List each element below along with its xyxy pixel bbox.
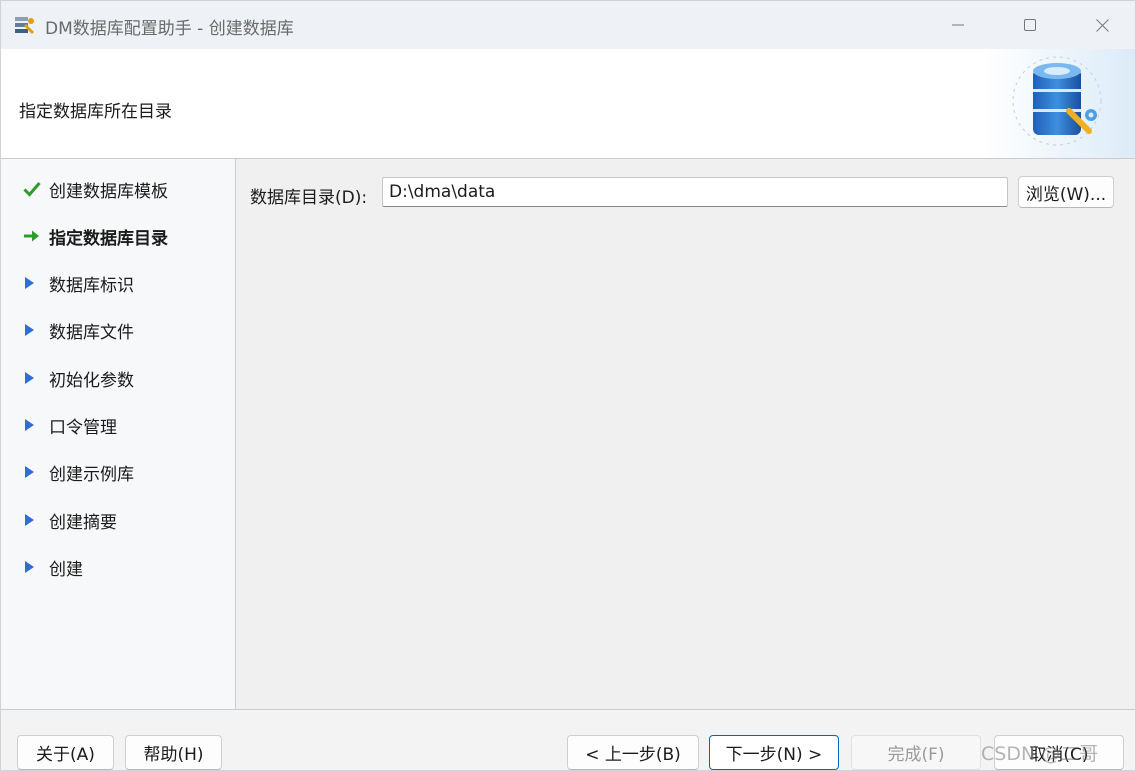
triangle-right-icon	[23, 276, 43, 290]
triangle-right-icon	[23, 323, 43, 337]
wizard-footer: 关于(A) 帮助(H) < 上一步(B) 下一步(N) > 完成(F) 取消(C…	[1, 709, 1135, 770]
minimize-icon	[952, 24, 964, 26]
arrow-right-icon	[23, 229, 43, 243]
step-create: 创建	[23, 552, 83, 582]
step-database-identity: 数据库标识	[23, 268, 134, 298]
about-button[interactable]: 关于(A)	[17, 735, 114, 770]
step-label: 创建数据库模板	[49, 181, 168, 202]
step-create-database-template: 创建数据库模板	[23, 174, 168, 204]
step-specify-database-directory: 指定数据库目录	[23, 221, 168, 251]
step-label: 口令管理	[49, 417, 117, 438]
database-banner-icon	[985, 49, 1135, 158]
window-title: DM数据库配置助手 - 创建数据库	[45, 19, 294, 39]
finish-button: 完成(F)	[851, 735, 981, 770]
step-create-summary: 创建摘要	[23, 505, 117, 535]
page-title: 指定数据库所在目录	[19, 102, 172, 122]
wizard-header: 指定数据库所在目录	[1, 49, 1135, 159]
step-label: 数据库标识	[49, 275, 134, 296]
previous-button[interactable]: < 上一步(B)	[567, 735, 699, 770]
step-database-files: 数据库文件	[23, 315, 134, 345]
close-button[interactable]	[1079, 1, 1125, 49]
step-label: 初始化参数	[49, 370, 134, 391]
dm-config-wizard-window: DM数据库配置助手 - 创建数据库 指定数据库所在目录 创建数据库模板 指定数据…	[0, 0, 1136, 771]
step-label: 创建	[49, 559, 83, 580]
triangle-right-icon	[23, 560, 43, 574]
step-label: 创建摘要	[49, 512, 117, 533]
maximize-button[interactable]	[1007, 1, 1053, 49]
database-directory-label: 数据库目录(D):	[250, 188, 368, 208]
browse-button[interactable]: 浏览(W)...	[1018, 176, 1114, 208]
help-button[interactable]: 帮助(H)	[125, 735, 222, 770]
main-panel: 数据库目录(D): 浏览(W)...	[236, 159, 1135, 709]
database-directory-input[interactable]	[382, 177, 1008, 207]
minimize-button[interactable]	[935, 1, 981, 49]
step-password-management: 口令管理	[23, 410, 117, 440]
close-icon	[1095, 18, 1109, 32]
step-initialization-parameters: 初始化参数	[23, 363, 134, 393]
triangle-right-icon	[23, 418, 43, 432]
step-create-sample-database: 创建示例库	[23, 457, 134, 487]
wizard-steps-nav: 创建数据库模板 指定数据库目录 数据库标识 数据库文件 初始化参数 口令管理 创…	[1, 159, 236, 709]
step-label: 数据库文件	[49, 322, 134, 343]
app-icon	[13, 15, 35, 35]
maximize-icon	[1024, 19, 1036, 31]
step-label: 指定数据库目录	[49, 228, 168, 249]
title-bar[interactable]: DM数据库配置助手 - 创建数据库	[1, 1, 1135, 49]
triangle-right-icon	[23, 371, 43, 385]
triangle-right-icon	[23, 513, 43, 527]
step-label: 创建示例库	[49, 464, 134, 485]
check-icon	[23, 181, 43, 197]
triangle-right-icon	[23, 465, 43, 479]
next-button[interactable]: 下一步(N) >	[709, 735, 839, 770]
cancel-button[interactable]: 取消(C)	[994, 735, 1124, 770]
